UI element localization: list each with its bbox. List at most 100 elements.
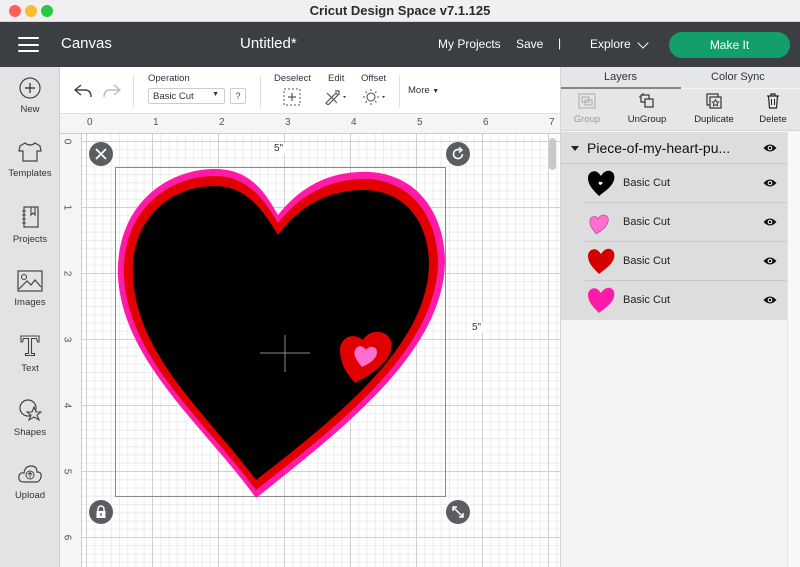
sidebar-item-label: New bbox=[20, 104, 40, 115]
layer-item[interactable]: Basic Cut bbox=[585, 242, 787, 281]
toolbar-divider bbox=[399, 75, 400, 107]
operation-select[interactable]: Basic Cut ▼ bbox=[148, 88, 225, 104]
operation-help-button[interactable]: ? bbox=[230, 88, 246, 104]
plus-circle-icon bbox=[19, 77, 41, 99]
heart-design-group[interactable] bbox=[115, 167, 446, 499]
layer-item[interactable]: Basic Cut bbox=[585, 281, 787, 320]
sidebar-item-label: Shapes bbox=[13, 427, 47, 438]
duplicate-button[interactable]: Duplicate bbox=[689, 93, 739, 125]
image-icon bbox=[17, 270, 43, 292]
layer-thumbnail-magenta-heart bbox=[588, 287, 615, 313]
edit-label: Edit bbox=[328, 73, 345, 84]
rotate-handle[interactable] bbox=[446, 142, 470, 166]
group-icon bbox=[578, 93, 596, 109]
hamburger-menu-icon[interactable] bbox=[18, 37, 39, 52]
ruler-top-tick-label: 1 bbox=[153, 117, 159, 128]
sidebar-item-text[interactable]: Text bbox=[0, 334, 60, 374]
sidebar-item-upload[interactable]: Upload bbox=[0, 463, 60, 501]
resize-handle[interactable] bbox=[446, 500, 470, 524]
design-canvas[interactable]: 0 1 2 3 4 5 6 7 0 1 2 3 4 5 6 5" 5" bbox=[60, 114, 560, 567]
layers-list: Piece-of-my-heart-pu... Basic Cut Basic … bbox=[561, 132, 787, 320]
eye-icon[interactable] bbox=[763, 256, 777, 266]
dropdown-arrow-icon: ▼ bbox=[212, 91, 219, 98]
layer-name: Basic Cut bbox=[623, 177, 671, 189]
layer-name: Basic Cut bbox=[623, 294, 671, 306]
window-title: Cricut Design Space v7.1.125 bbox=[309, 3, 491, 18]
layer-item[interactable]: Basic Cut bbox=[585, 203, 787, 242]
ruler-top-tick-label: 7 bbox=[549, 117, 555, 128]
panel-tabs: Layers Color Sync bbox=[561, 67, 800, 89]
chevron-down-icon[interactable] bbox=[637, 37, 649, 49]
tab-color-sync[interactable]: Color Sync bbox=[711, 71, 765, 83]
layer-thumbnail-pink-heart bbox=[589, 214, 609, 235]
tab-layers[interactable]: Layers bbox=[604, 71, 637, 83]
sidebar-item-new[interactable]: New bbox=[0, 77, 60, 115]
edit-tools-icon[interactable] bbox=[324, 89, 350, 105]
ruler-top-tick-label: 5 bbox=[417, 117, 423, 128]
ruler-left-tick-label: 0 bbox=[61, 138, 73, 145]
make-it-button[interactable]: Make It bbox=[669, 32, 790, 58]
sidebar-item-shapes[interactable]: Shapes bbox=[0, 398, 60, 438]
more-label: More bbox=[408, 85, 430, 96]
ungroup-button[interactable]: UnGroup bbox=[625, 93, 669, 125]
ruler-top: 0 1 2 3 4 5 6 7 bbox=[60, 114, 560, 134]
action-label: Delete bbox=[759, 114, 787, 125]
width-dimension-label: 5" bbox=[272, 143, 286, 154]
layer-name: Basic Cut bbox=[623, 255, 671, 267]
ruler-top-tick-label: 2 bbox=[219, 117, 225, 128]
layer-thumbnail-black-heart bbox=[588, 170, 615, 196]
my-projects-link[interactable]: My Projects bbox=[438, 37, 501, 51]
expand-caret-icon[interactable] bbox=[571, 146, 579, 151]
eye-icon[interactable] bbox=[763, 295, 777, 305]
offset-icon[interactable] bbox=[363, 89, 389, 105]
section-title: Canvas bbox=[61, 35, 112, 52]
eye-icon[interactable] bbox=[763, 217, 777, 227]
toolbar-divider bbox=[260, 75, 261, 107]
sidebar-item-projects[interactable]: Projects bbox=[0, 205, 60, 245]
sidebar-item-templates[interactable]: Templates bbox=[0, 141, 60, 179]
height-dimension-label: 5" bbox=[470, 322, 484, 333]
lock-icon bbox=[96, 505, 106, 518]
edit-toolbar: Operation Basic Cut ▼ ? Deselect Edit Off… bbox=[60, 67, 560, 114]
delete-handle[interactable] bbox=[89, 142, 113, 166]
toolbar-divider bbox=[133, 75, 134, 107]
redo-icon[interactable] bbox=[102, 83, 122, 99]
ruler-top-tick-label: 3 bbox=[285, 117, 291, 128]
action-label: Group bbox=[573, 114, 601, 125]
sidebar-item-label: Upload bbox=[14, 490, 46, 501]
layer-item[interactable]: Basic Cut bbox=[585, 164, 787, 203]
header-separator: | bbox=[558, 36, 562, 50]
layer-actions: Group UnGroup Duplicate Delete bbox=[561, 89, 800, 131]
delete-button[interactable]: Delete bbox=[757, 93, 789, 125]
operation-value: Basic Cut bbox=[153, 91, 194, 102]
eye-icon[interactable] bbox=[763, 143, 777, 153]
sidebar-item-label: Text bbox=[21, 363, 39, 374]
ruler-left-tick-label: 2 bbox=[61, 270, 73, 277]
caret-down-icon: ▼ bbox=[432, 88, 440, 95]
shapes-icon bbox=[19, 399, 42, 422]
canvas-vertical-scrollbar[interactable] bbox=[549, 138, 556, 170]
text-t-icon bbox=[20, 335, 40, 357]
more-menu[interactable]: More ▼ bbox=[408, 85, 439, 96]
deselect-icon[interactable] bbox=[283, 88, 301, 106]
layers-panel: Layers Color Sync Group UnGroup Duplicat… bbox=[560, 67, 800, 567]
left-sidebar: New Templates Projects Images Text Shape… bbox=[0, 67, 60, 567]
layer-name: Basic Cut bbox=[623, 216, 671, 228]
ruler-left-tick-label: 1 bbox=[61, 204, 73, 211]
layer-group[interactable]: Piece-of-my-heart-pu... bbox=[561, 132, 787, 164]
group-button[interactable]: Group bbox=[571, 93, 603, 125]
ruler-left-tick-label: 3 bbox=[61, 336, 73, 343]
save-link[interactable]: Save bbox=[516, 37, 543, 51]
ungroup-icon bbox=[639, 93, 654, 108]
ruler-top-tick-label: 6 bbox=[483, 117, 489, 128]
action-label: UnGroup bbox=[627, 114, 667, 125]
tshirt-icon bbox=[18, 142, 42, 162]
eye-icon[interactable] bbox=[763, 178, 777, 188]
lock-handle[interactable] bbox=[89, 500, 113, 524]
explore-menu[interactable]: Explore bbox=[590, 37, 631, 51]
panel-scrollbar[interactable] bbox=[787, 132, 800, 567]
app-header: Canvas Untitled* My Projects Save | Expl… bbox=[0, 22, 800, 67]
sidebar-item-images[interactable]: Images bbox=[0, 270, 60, 308]
undo-icon[interactable] bbox=[73, 83, 93, 99]
document-title: Untitled* bbox=[240, 35, 297, 52]
